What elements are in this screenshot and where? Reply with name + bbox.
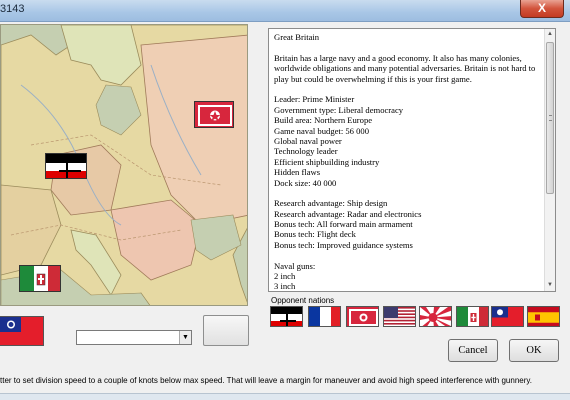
selected-nation-flag-icon[interactable]	[0, 316, 44, 346]
description-line	[274, 250, 542, 260]
italian-flag-icon[interactable]	[456, 306, 489, 327]
description-line: Bonus tech: Improved guidance systems	[274, 239, 413, 250]
usa-drawing	[384, 307, 415, 326]
cancel-button[interactable]: Cancel	[448, 339, 498, 362]
opponent-nations-label: Opponent nations	[271, 296, 335, 305]
window-bottom-edge	[0, 393, 570, 400]
spanish-flag-icon[interactable]	[527, 306, 560, 327]
description-line	[274, 188, 542, 198]
close-button[interactable]: X	[520, 0, 564, 18]
description-line: Research advantage: Ship design	[274, 198, 388, 209]
close-icon: X	[537, 1, 546, 15]
root: { "window": { "title": "3143", "close_sy…	[0, 0, 570, 400]
roc-drawing	[0, 317, 43, 345]
description-line: Government type: Liberal democracy	[274, 104, 404, 115]
description-line: Bonus tech: All forward main armament	[274, 219, 413, 230]
nation-combo-box[interactable]: ▼	[76, 330, 192, 345]
description-text: Great Britain Britain has a large navy a…	[274, 32, 542, 292]
hint-text: tter to set division speed to a couple o…	[0, 376, 533, 385]
description-line: Research advantage: Radar and electronic…	[274, 208, 422, 219]
german-flag-drawing	[271, 307, 302, 326]
french-flag-icon[interactable]	[308, 306, 341, 327]
spain-drawing	[528, 307, 559, 326]
window-title: 3143	[0, 3, 25, 15]
europe-map[interactable]	[0, 24, 248, 306]
scroll-down-arrow-icon[interactable]: ▼	[545, 280, 555, 291]
description-line: Bonus tech: Flight deck	[274, 229, 356, 240]
description-line: 2 inch	[274, 271, 296, 282]
blank-button[interactable]	[203, 315, 249, 346]
description-line: Hidden flaws	[274, 167, 321, 178]
scrollbar-thumb[interactable]	[546, 42, 554, 194]
rising-sun-flag-icon[interactable]	[419, 306, 452, 327]
description-line: Global naval power	[274, 135, 342, 146]
italy-drawing	[457, 307, 488, 326]
japan-naval-drawing	[195, 102, 233, 127]
description-line: Dock size: 40 000	[274, 177, 337, 188]
roc-drawing	[492, 307, 523, 326]
german-flag-drawing	[46, 154, 86, 178]
us-flag-icon[interactable]	[383, 306, 416, 327]
german-imperial-flag-icon[interactable]	[45, 153, 87, 179]
rising-sun-drawing	[420, 307, 451, 326]
description-line: 3 inch	[274, 281, 296, 292]
opponent-flags-row	[270, 306, 570, 330]
description-scrollbar[interactable]: ▲ ▼	[544, 29, 555, 291]
italian-flag-icon[interactable]	[19, 265, 61, 292]
description-line: Efficient shipbuilding industry	[274, 156, 380, 167]
description-line: Leader: Prime Minister	[274, 94, 355, 105]
japanese-naval-flag-icon[interactable]	[346, 306, 379, 327]
description-line	[274, 84, 542, 94]
scroll-up-arrow-icon[interactable]: ▲	[545, 29, 555, 40]
german-imperial-flag-icon[interactable]	[270, 306, 303, 327]
description-line: Great Britain	[274, 32, 320, 42]
title-bar: 3143 X	[0, 0, 570, 22]
description-line	[274, 42, 542, 52]
japan-naval-drawing	[347, 307, 378, 326]
description-line: Game naval budget: 56 000	[274, 125, 369, 136]
description-line: Naval guns:	[274, 260, 316, 271]
grip-icon	[549, 115, 552, 121]
france-drawing	[309, 307, 340, 326]
japanese-naval-flag-icon[interactable]	[194, 101, 234, 128]
chevron-down-icon[interactable]: ▼	[179, 331, 191, 344]
ok-button[interactable]: OK	[509, 339, 559, 362]
description-line: Build area: Northern Europe	[274, 115, 373, 126]
map-drawing	[1, 25, 247, 305]
nation-description-box[interactable]: Great Britain Britain has a large navy a…	[268, 28, 556, 292]
description-line: Technology leader	[274, 146, 338, 157]
italy-drawing	[20, 266, 60, 291]
description-paragraph: Britain has a large navy and a good econ…	[274, 52, 536, 84]
roc-flag-icon[interactable]	[491, 306, 524, 327]
